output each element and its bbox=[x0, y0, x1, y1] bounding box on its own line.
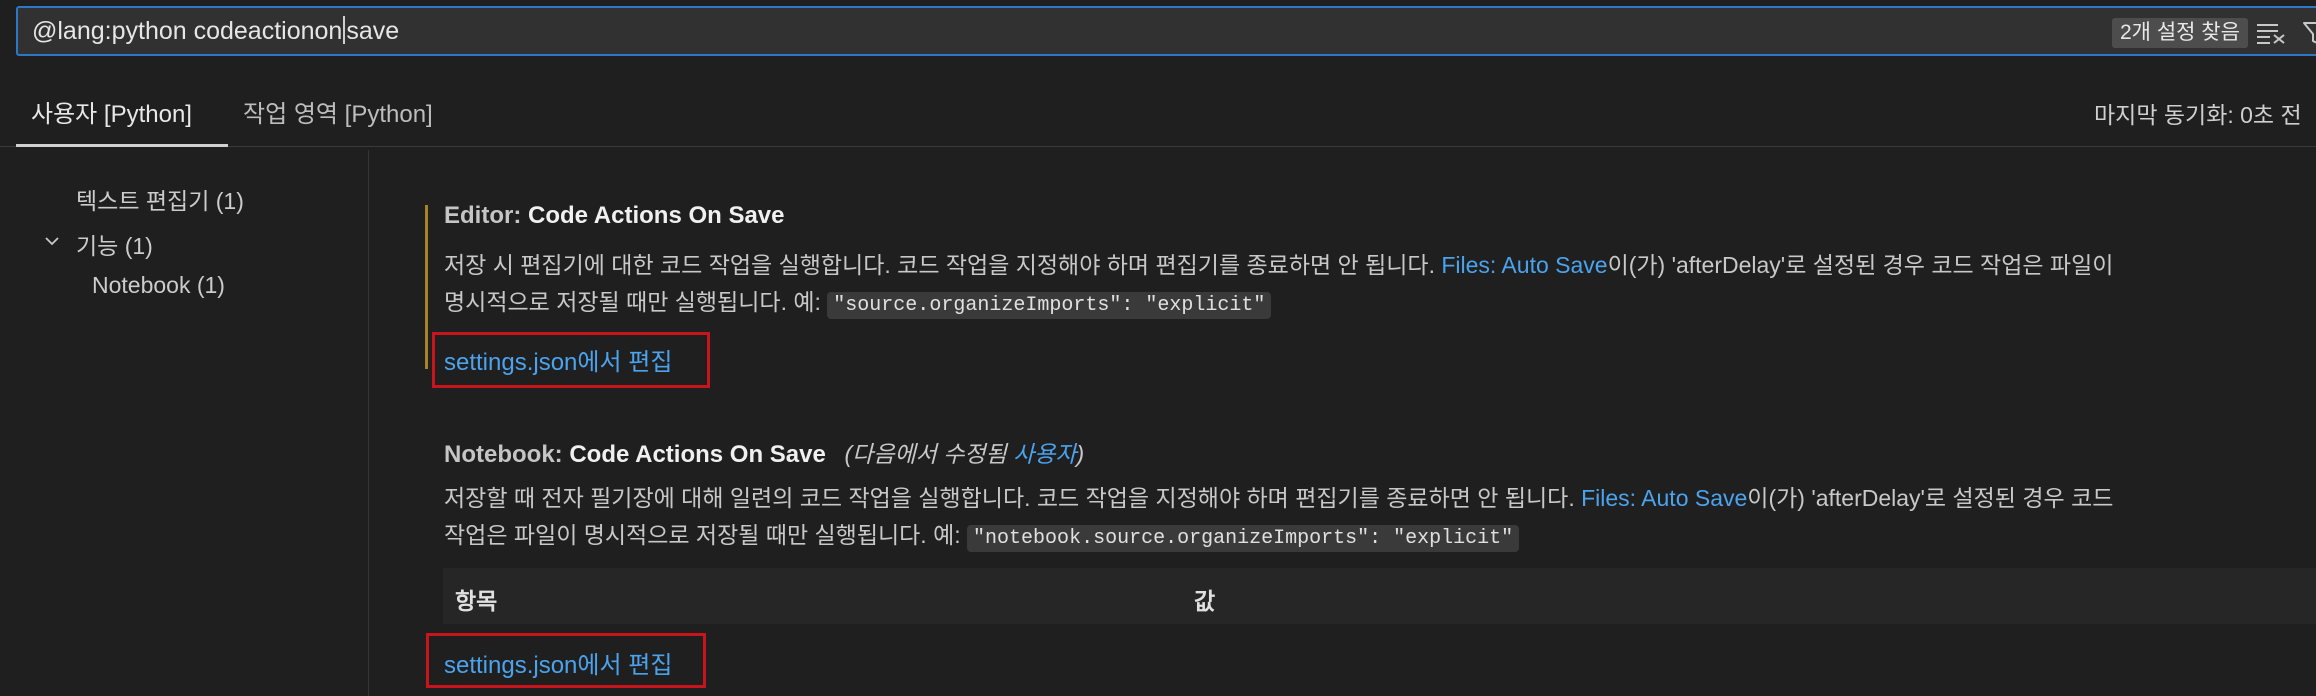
search-query-text-tail: save bbox=[346, 17, 400, 45]
settings-search-box[interactable]: @lang:python codeactionon save 2개 설정 찾음 bbox=[16, 6, 2316, 56]
filter-icon[interactable] bbox=[2302, 20, 2316, 46]
result-count-badge: 2개 설정 찾음 bbox=[2112, 18, 2248, 48]
object-table-header: 항목 값 bbox=[443, 568, 2316, 624]
highlight-box bbox=[426, 633, 706, 688]
setting-description-line: 저장 시 편집기에 대한 코드 작업을 실행합니다. 코드 작업을 지정해야 하… bbox=[444, 247, 2113, 284]
toc-item-notebook[interactable]: Notebook (1) bbox=[92, 272, 225, 299]
description-text: 명시적으로 저장될 때만 실행됩니다. 예: bbox=[444, 289, 828, 315]
search-input[interactable]: @lang:python codeactionon save bbox=[32, 8, 399, 54]
setting-category: Notebook: bbox=[444, 441, 570, 468]
files-auto-save-link[interactable]: Files: Auto Save bbox=[1581, 485, 1747, 511]
description-text: 이(가) 'afterDelay'로 설정된 경우 코드 bbox=[1747, 485, 2114, 511]
chevron-down-icon[interactable] bbox=[44, 233, 60, 249]
modified-indicator bbox=[425, 205, 428, 369]
highlight-box bbox=[432, 332, 710, 388]
setting-title-notebook: Notebook: Code Actions On Save (다음에서 수정됨… bbox=[444, 435, 1084, 469]
code-example: "source.organizeImports": "explicit" bbox=[827, 292, 1272, 319]
toc-item-features[interactable]: 기능 (1) bbox=[76, 227, 153, 261]
column-header-value: 값 bbox=[1194, 588, 1216, 614]
search-query-text: @lang:python codeactionon bbox=[32, 17, 343, 45]
description-text: 저장할 때 전자 필기장에 대해 일련의 코드 작업을 실행합니다. 코드 작업… bbox=[444, 485, 1582, 511]
sync-status: 마지막 동기화: 0초 전 bbox=[2094, 102, 2302, 128]
modified-text: ) bbox=[1076, 441, 1085, 467]
setting-name: Code Actions On Save bbox=[528, 202, 785, 229]
description-text: 작업은 파일이 명시적으로 저장될 때만 실행됩니다. 예: bbox=[444, 522, 968, 548]
column-header-item: 항목 bbox=[455, 588, 498, 614]
setting-name: Code Actions On Save bbox=[569, 441, 826, 468]
setting-description-line: 명시적으로 저장될 때만 실행됩니다. 예: "source.organizeI… bbox=[444, 284, 1272, 324]
files-auto-save-link[interactable]: Files: Auto Save bbox=[1441, 252, 1607, 278]
code-example: "notebook.source.organizeImports": "expl… bbox=[967, 525, 1520, 552]
modified-text: (다음에서 수정됨 bbox=[844, 441, 1014, 467]
setting-description-line: 작업은 파일이 명시적으로 저장될 때만 실행됩니다. 예: "notebook… bbox=[444, 517, 1520, 557]
toc-item-text-editor[interactable]: 텍스트 편집기 (1) bbox=[76, 182, 244, 216]
active-tab-indicator bbox=[16, 144, 228, 147]
clear-filter-icon[interactable] bbox=[2256, 22, 2286, 44]
description-text: 이(가) 'afterDelay'로 설정된 경우 코드 작업은 파일이 bbox=[1607, 252, 2114, 278]
modified-in-indicator: (다음에서 수정됨 사용자) bbox=[845, 441, 1085, 467]
setting-description-line: 저장할 때 전자 필기장에 대해 일련의 코드 작업을 실행합니다. 코드 작업… bbox=[444, 480, 2113, 517]
description-text: 저장 시 편집기에 대한 코드 작업을 실행합니다. 코드 작업을 지정해야 하… bbox=[444, 252, 1442, 278]
tab-user-python[interactable]: 사용자 [Python] bbox=[31, 94, 192, 129]
setting-category: Editor: bbox=[444, 202, 528, 229]
settings-scope-tabs: 사용자 [Python] 작업 영역 [Python] 마지막 동기화: 0초 … bbox=[0, 60, 2316, 147]
setting-title-editor: Editor: Code Actions On Save bbox=[444, 202, 785, 230]
modified-scope-link[interactable]: 사용자 bbox=[1013, 441, 1076, 467]
tab-workspace-python[interactable]: 작업 영역 [Python] bbox=[243, 94, 433, 129]
settings-toc: 텍스트 편집기 (1) 기능 (1) Notebook (1) bbox=[0, 150, 369, 696]
